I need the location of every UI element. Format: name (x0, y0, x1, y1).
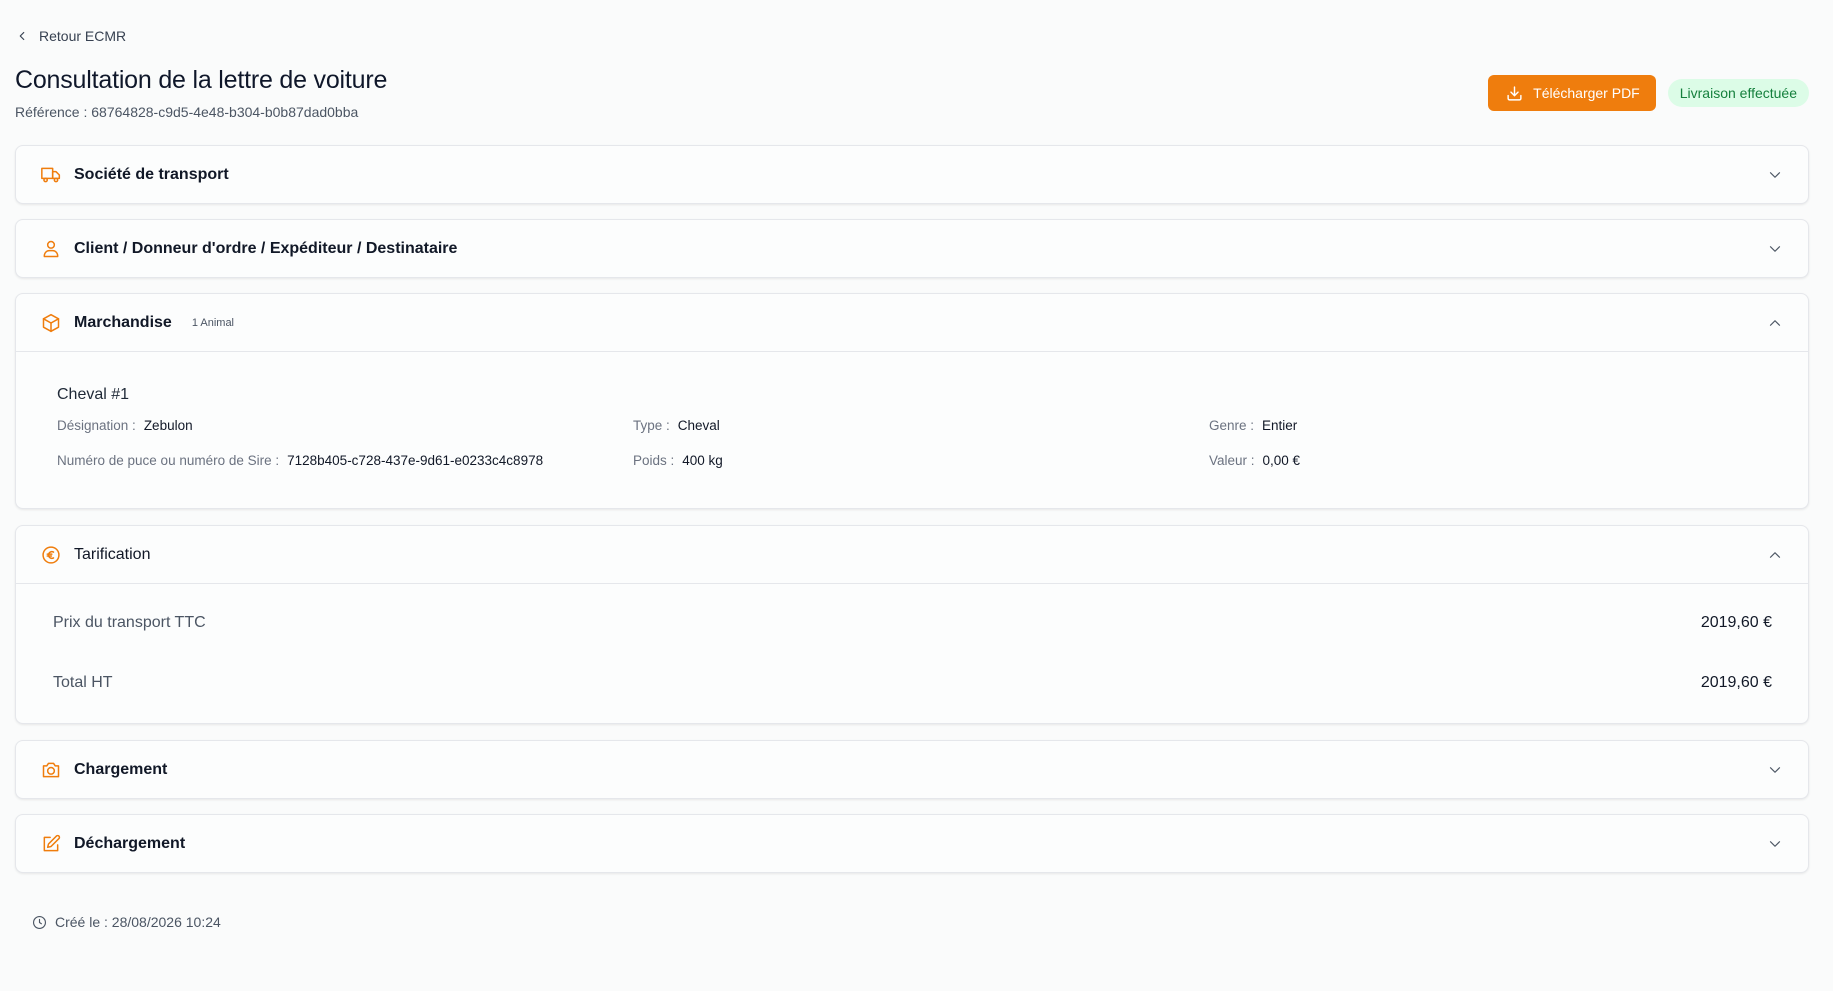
created-date: Créé le : 28/08/2026 10:24 (32, 914, 221, 930)
field-weight: Poids : 400 kg (633, 453, 1209, 468)
field-value: Cheval (677, 418, 720, 433)
field-value: Valeur : 0,00 € (1209, 453, 1768, 468)
animal-fields: Désignation : Zebulon Type : Cheval Genr… (57, 418, 1768, 468)
field-value: Zebulon (143, 418, 193, 433)
status-badge: Livraison effectuée (1667, 79, 1809, 107)
page-title: Consultation de la lettre de voiture (15, 66, 388, 94)
clock-icon (33, 915, 46, 929)
field-value: Entier (1262, 418, 1298, 433)
field-label: Poids : (633, 453, 675, 468)
section-pricing: Tarification Prix du transport TTC 2019,… (15, 525, 1809, 724)
section-pricing-header[interactable]: Tarification (16, 526, 1808, 583)
user-icon (41, 239, 61, 259)
field-value: 0,00 € (1262, 453, 1301, 468)
section-client-title: Client / Donneur d'ordre / Expéditeur / … (74, 239, 458, 257)
price-row-ttc: Prix du transport TTC 2019,60 € (16, 614, 1808, 632)
section-unloading: Déchargement (15, 814, 1809, 873)
download-icon (1507, 85, 1522, 101)
header-actions: Télécharger PDF Livraison effectuée (1488, 75, 1809, 111)
field-label: Valeur : (1209, 453, 1255, 468)
field-label: Désignation : (57, 418, 136, 433)
price-label: Prix du transport TTC (53, 614, 206, 631)
euro-icon (41, 545, 61, 565)
field-label: Genre : (1209, 418, 1255, 433)
price-row-ht: Total HT 2019,60 € (16, 674, 1808, 692)
chevron-down-icon[interactable] (1766, 166, 1784, 184)
section-client-header[interactable]: Client / Donneur d'ordre / Expéditeur / … (16, 220, 1808, 277)
field-designation: Désignation : Zebulon (57, 418, 633, 433)
field-label: Type : (633, 418, 670, 433)
merchandise-count: 1 Animal (191, 316, 235, 329)
section-merchandise-header[interactable]: Marchandise 1 Animal (16, 294, 1808, 351)
truck-icon (41, 165, 61, 185)
section-loading: Chargement (15, 740, 1809, 799)
chevron-down-icon[interactable] (1766, 761, 1784, 779)
section-transport: Société de transport (15, 145, 1809, 204)
package-icon (41, 313, 61, 333)
price-value: 2019,60 € (1700, 674, 1772, 691)
section-pricing-body: Prix du transport TTC 2019,60 € Total HT… (16, 583, 1808, 692)
chevron-up-icon[interactable] (1766, 314, 1784, 332)
price-value: 2019,60 € (1700, 614, 1772, 631)
field-type: Type : Cheval (633, 418, 1209, 433)
reference-text: Référence : 68764828-c9d5-4e48-b304-b0b8… (15, 104, 359, 120)
chevron-up-icon[interactable] (1766, 546, 1784, 564)
animal-item: Cheval #1 Désignation : Zebulon Type : C… (16, 352, 1808, 468)
field-label: Numéro de puce ou numéro de Sire : (57, 453, 280, 468)
price-label: Total HT (53, 674, 113, 691)
field-chip-number: Numéro de puce ou numéro de Sire : 7128b… (57, 453, 633, 468)
chevron-down-icon[interactable] (1766, 835, 1784, 853)
section-merchandise: Marchandise 1 Animal Cheval #1 Désignati… (15, 293, 1809, 509)
download-pdf-label: Télécharger PDF (1533, 85, 1640, 101)
field-value: 7128b405-c728-437e-9d61-e0233c4c8978 (287, 453, 544, 468)
edit-icon (41, 834, 61, 854)
camera-icon (41, 760, 61, 780)
back-link-label: Retour ECMR (39, 28, 127, 44)
section-unloading-header[interactable]: Déchargement (16, 815, 1808, 872)
section-loading-title: Chargement (74, 760, 168, 778)
section-client: Client / Donneur d'ordre / Expéditeur / … (15, 219, 1809, 278)
chevron-down-icon[interactable] (1766, 240, 1784, 258)
chevron-left-icon (19, 31, 25, 41)
field-genre: Genre : Entier (1209, 418, 1768, 433)
animal-title: Cheval #1 (57, 386, 130, 403)
section-transport-title: Société de transport (74, 165, 229, 183)
section-pricing-title: Tarification (74, 545, 151, 563)
section-unloading-title: Déchargement (74, 834, 186, 852)
section-loading-header[interactable]: Chargement (16, 741, 1808, 798)
back-link[interactable]: Retour ECMR (15, 28, 126, 44)
field-value: 400 kg (682, 453, 723, 468)
section-transport-header[interactable]: Société de transport (16, 146, 1808, 203)
section-merchandise-title: Marchandise (74, 313, 172, 331)
download-pdf-button[interactable]: Télécharger PDF (1488, 75, 1656, 111)
section-merchandise-body: Cheval #1 Désignation : Zebulon Type : C… (16, 351, 1808, 468)
created-date-label: Créé le : 28/08/2026 10:24 (55, 914, 221, 930)
